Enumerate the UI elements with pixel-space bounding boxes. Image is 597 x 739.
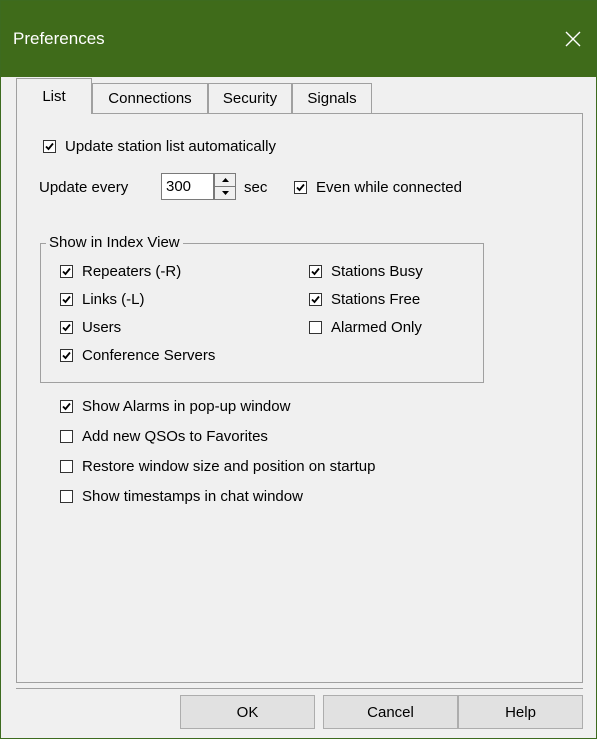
update-auto-checkbox[interactable]: Update station list automatically bbox=[43, 138, 276, 155]
restore-window-checkbox[interactable]: Restore window size and position on star… bbox=[60, 458, 376, 475]
tab-list-label: List bbox=[42, 88, 66, 105]
footer-divider bbox=[16, 688, 583, 689]
spin-down-button[interactable] bbox=[215, 187, 235, 200]
users-label: Users bbox=[82, 319, 122, 336]
alarmed-only-label: Alarmed Only bbox=[331, 319, 422, 336]
title-bar[interactable]: Preferences bbox=[1, 1, 596, 77]
tab-connections-label: Connections bbox=[108, 90, 192, 107]
add-qsos-checkbox[interactable]: Add new QSOs to Favorites bbox=[60, 428, 268, 445]
tab-list[interactable]: List bbox=[16, 78, 92, 114]
checkbox-box bbox=[294, 181, 307, 194]
alarmed-only-checkbox[interactable]: Alarmed Only bbox=[309, 319, 422, 336]
checkbox-box bbox=[60, 321, 73, 334]
links-checkbox[interactable]: Links (-L) bbox=[60, 291, 145, 308]
checkbox-box bbox=[43, 140, 56, 153]
show-timestamps-checkbox[interactable]: Show timestamps in chat window bbox=[60, 488, 303, 505]
index-view-title: Show in Index View bbox=[46, 234, 183, 251]
tab-security[interactable]: Security bbox=[208, 83, 292, 113]
update-interval-spinner[interactable] bbox=[214, 173, 236, 200]
restore-window-label: Restore window size and position on star… bbox=[82, 458, 376, 475]
checkbox-box bbox=[60, 460, 73, 473]
update-auto-label: Update station list automatically bbox=[65, 138, 276, 155]
update-unit-label: sec bbox=[244, 179, 268, 196]
preferences-dialog: Preferences List Connections Security Si… bbox=[0, 0, 597, 739]
arrow-down-icon bbox=[221, 190, 229, 195]
arrow-up-icon bbox=[221, 177, 229, 182]
spin-up-button[interactable] bbox=[215, 174, 235, 187]
tab-security-label: Security bbox=[222, 90, 278, 107]
checkbox-box bbox=[309, 265, 322, 278]
list-tab-panel: Update station list automatically Update… bbox=[16, 113, 583, 683]
users-checkbox[interactable]: Users bbox=[60, 319, 121, 336]
ok-button[interactable]: OK bbox=[180, 695, 315, 729]
stations-busy-label: Stations Busy bbox=[331, 263, 423, 280]
even-connected-label: Even while connected bbox=[316, 179, 462, 196]
show-alarms-label: Show Alarms in pop-up window bbox=[82, 398, 291, 415]
conference-servers-checkbox[interactable]: Conference Servers bbox=[60, 347, 215, 364]
checkbox-box bbox=[309, 321, 322, 334]
stations-busy-checkbox[interactable]: Stations Busy bbox=[309, 263, 423, 280]
close-button[interactable] bbox=[550, 19, 596, 59]
cancel-button[interactable]: Cancel bbox=[323, 695, 458, 729]
tab-signals[interactable]: Signals bbox=[292, 83, 372, 113]
cancel-button-label: Cancel bbox=[367, 703, 414, 721]
help-button-label: Help bbox=[505, 703, 536, 721]
show-alarms-checkbox[interactable]: Show Alarms in pop-up window bbox=[60, 398, 290, 415]
conference-servers-label: Conference Servers bbox=[82, 347, 216, 364]
checkbox-box bbox=[60, 349, 73, 362]
show-timestamps-label: Show timestamps in chat window bbox=[82, 488, 303, 505]
close-icon bbox=[565, 31, 581, 47]
repeaters-checkbox[interactable]: Repeaters (-R) bbox=[60, 263, 181, 280]
even-connected-checkbox[interactable]: Even while connected bbox=[294, 179, 462, 196]
checkbox-box bbox=[309, 293, 322, 306]
links-label: Links (-L) bbox=[82, 291, 145, 308]
stations-free-label: Stations Free bbox=[331, 291, 421, 308]
update-interval-input[interactable] bbox=[161, 173, 214, 200]
checkbox-box bbox=[60, 265, 73, 278]
help-button[interactable]: Help bbox=[458, 695, 583, 729]
stations-free-checkbox[interactable]: Stations Free bbox=[309, 291, 420, 308]
tab-signals-label: Signals bbox=[307, 90, 357, 107]
checkbox-box bbox=[60, 293, 73, 306]
window-title: Preferences bbox=[13, 29, 105, 48]
ok-button-label: OK bbox=[236, 703, 259, 721]
checkbox-box bbox=[60, 430, 73, 443]
checkbox-box bbox=[60, 400, 73, 413]
checkbox-box bbox=[60, 490, 73, 503]
repeaters-label: Repeaters (-R) bbox=[82, 263, 182, 280]
update-every-label: Update every bbox=[39, 179, 129, 196]
add-qsos-label: Add new QSOs to Favorites bbox=[82, 428, 268, 445]
tab-connections[interactable]: Connections bbox=[92, 83, 208, 113]
